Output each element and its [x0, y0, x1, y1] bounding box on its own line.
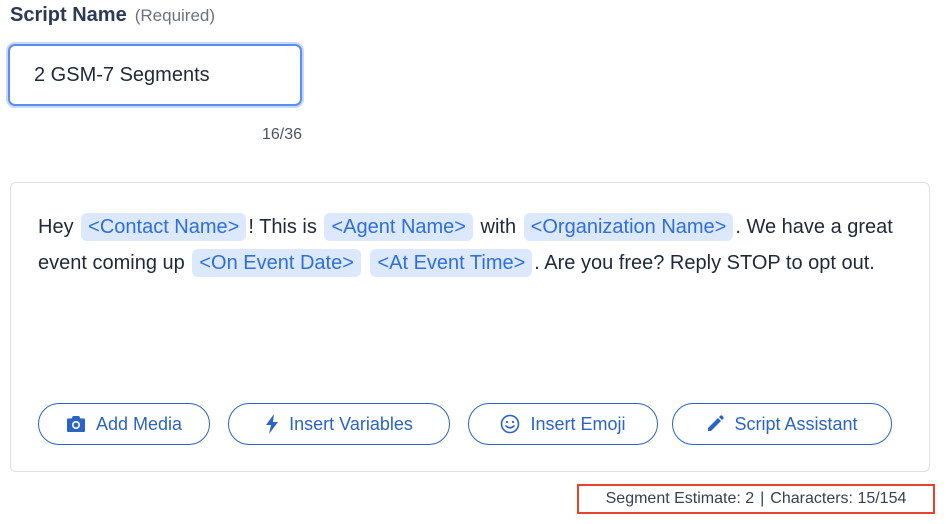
smiley-face-icon [500, 414, 520, 434]
script-assistant-label: Script Assistant [734, 413, 858, 434]
message-editor[interactable]: Hey <Contact Name>! This is <Agent Name>… [10, 182, 930, 472]
message-body[interactable]: Hey <Contact Name>! This is <Agent Name>… [38, 209, 918, 281]
script-name-value: 2 GSM-7 Segments [34, 63, 210, 86]
script-name-input[interactable]: 2 GSM-7 Segments [8, 44, 302, 106]
message-text: Hey [38, 216, 74, 238]
insert-emoji-label: Insert Emoji [530, 413, 626, 434]
insert-emoji-button[interactable]: Insert Emoji [468, 403, 658, 445]
segment-estimate: Segment Estimate: 2 [605, 490, 755, 507]
script-name-label-row: Script Name (Required) [10, 4, 215, 30]
variable-chip-organization-name[interactable]: <Organization Name> [523, 213, 734, 241]
segment-character-estimate: Segment Estimate: 2 | Characters: 15/154 [577, 484, 935, 514]
insert-variables-label: Insert Variables [289, 413, 413, 434]
add-media-label: Add Media [95, 413, 183, 434]
message-text: with [480, 216, 517, 238]
camera-icon [66, 415, 86, 433]
variable-chip-contact-name[interactable]: <Contact Name> [81, 213, 247, 241]
add-media-button[interactable]: Add Media [38, 403, 210, 445]
field-label: Script Name [10, 4, 127, 26]
variable-chip-agent-name[interactable]: <Agent Name> [324, 213, 473, 241]
name-char-counter: 16/36 [262, 126, 303, 143]
character-count: Characters: 15/154 [770, 490, 907, 507]
stats-separator: | [760, 490, 765, 507]
script-assistant-button[interactable]: Script Assistant [672, 403, 892, 445]
lightning-bolt-icon [265, 414, 279, 434]
variable-chip-on-event-date[interactable]: <On Event Date> [192, 249, 361, 277]
variable-chip-at-event-time[interactable]: <At Event Time> [370, 249, 533, 277]
message-text: ! This is [248, 216, 317, 238]
insert-variables-button[interactable]: Insert Variables [228, 403, 450, 445]
message-text: . Are you free? Reply STOP to opt out. [534, 252, 875, 274]
required-hint: (Required) [134, 6, 216, 25]
pencil-icon [706, 415, 725, 433]
